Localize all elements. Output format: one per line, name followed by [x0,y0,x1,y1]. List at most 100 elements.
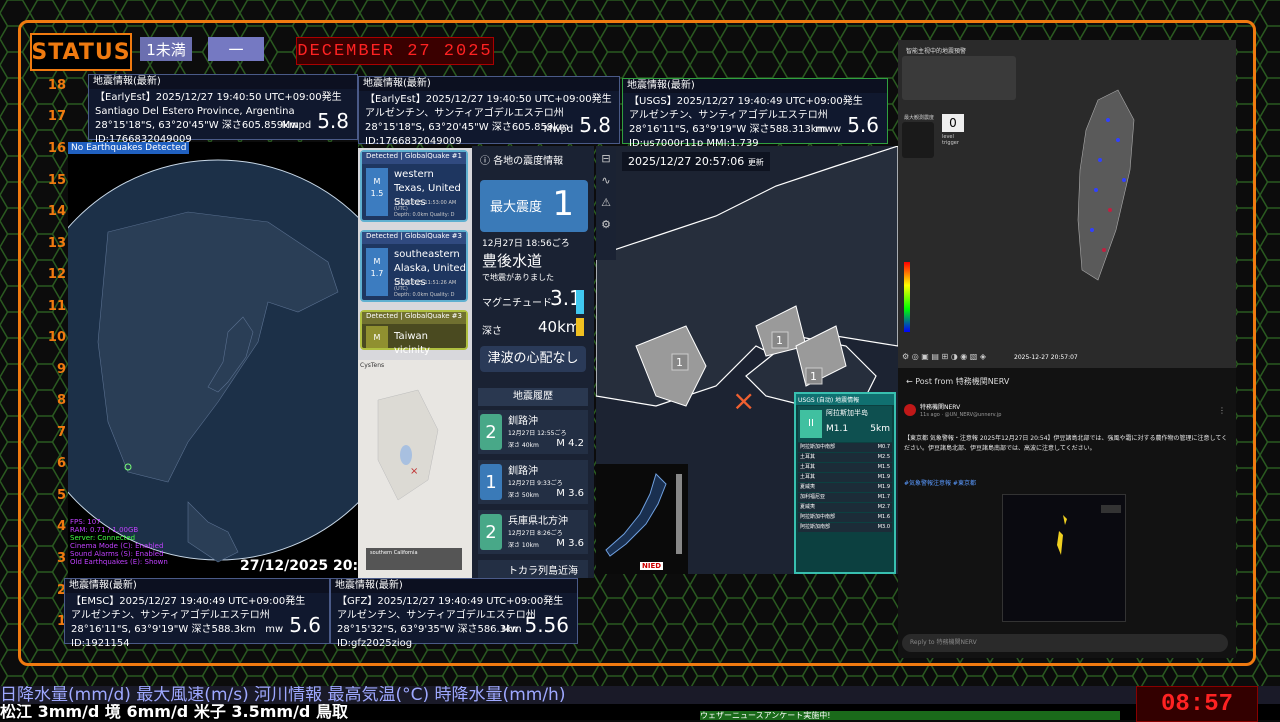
history-item[interactable]: 1 釧路沖 12月27日 9:33ごろ 深さ 50km M 3.6 [478,460,588,504]
scale-label: 11 [47,299,66,314]
quake-card[interactable]: Detected | GlobalQuake #1 M 1.5 western Te… [360,150,468,222]
globe-view[interactable] [68,142,358,578]
magnitude-type: mww [815,124,842,135]
date-display: DECEMBER 27 2025 [296,37,494,65]
taiwan-eew-panel[interactable]: 智能主视中的地震預警 最大観測震度 0 level trigger 2025-1… [898,40,1236,368]
scale-label: 9 [56,362,66,377]
more-icon[interactable]: ⋮ [1218,406,1226,415]
usgs-row-mag: M0.7 [877,444,890,450]
quake-depth: Depth: 0.0km Quality: D [394,292,455,298]
globalquake-list[interactable]: Detected | GlobalQuake #1 M 1.5 western Te… [358,148,472,360]
panel-line: 【GFZ】2025/12/27 19:40:49 UTC+09:00発生 [337,596,564,607]
eq-panel-gfz: 地震情報(最新) 【GFZ】2025/12/27 19:40:49 UTC+09… [330,578,578,649]
usgs-row[interactable]: 夏威夷 M2.7 [798,503,892,512]
usgs-row-mag: M3.0 [877,524,890,530]
usgs-panel[interactable]: USGS (自动) 地震情報 II 阿拉斯加半岛 M1.1 5km 阿拉斯加中南… [794,392,896,574]
globe-stat: FPS: 107 [70,518,101,526]
quake-card[interactable]: Detected | GlobalQuake #3 M Taiwan vicini… [360,310,468,356]
intensity-legend [904,262,910,332]
status-label: STATUS [30,33,132,71]
post-tags[interactable]: #気象警報注意報 #東京都 [904,478,976,487]
magnitude: mw 5.6 [265,614,321,641]
taiwan-title: 智能主视中的地震預警 [906,48,967,55]
quake-magnitude: M 1.5 [366,168,388,216]
usgs-row-mag: M2.5 [877,454,890,460]
usgs-row[interactable]: 阿拉斯加南部 M3.0 [798,523,892,532]
panel-line: 【EarlyEst】2025/12/27 19:40:50 UTC+09:00発… [95,92,342,103]
magnitude: Mwpd 5.8 [282,110,349,137]
magnitude-type: Mwpd [543,124,574,135]
svg-text:×: × [410,466,418,477]
magnitude-value: 5.56 [524,613,569,637]
history-name: 釧路沖 [508,416,538,427]
scale-label: 4 [56,519,66,534]
warning-icon[interactable]: ⚠ [596,192,616,214]
usgs-row-mag: M1.9 [877,474,890,480]
usgs-row-mag: M1.9 [877,484,890,490]
scale-label: 8 [56,393,66,408]
post-back[interactable]: ← Post from 特務機関NERV [898,368,1236,395]
eq-panel-usgs: 地震情報(最新) 【USGS】2025/12/27 19:40:49 UTC+0… [622,78,888,149]
usgs-row[interactable]: 阿拉斯加中南部 M0.7 [798,443,892,452]
history-mag: M 3.6 [556,538,584,549]
usgs-row[interactable]: 阿拉斯加中南部 M1.6 [798,513,892,522]
globe-stats: FPS: 107 RAM: 0.71 / 1.00GB Server: Conn… [70,518,168,566]
usgs-row-name: 土耳其 [800,454,816,460]
gear-icon[interactable]: ⚙ [596,214,616,236]
minimap-place: southern California [366,548,462,570]
usgs-row-mag: M1.5 [877,464,890,470]
nerv-post-panel[interactable]: ← Post from 特務機関NERV 特務機関NERV 11s ago · … [898,368,1236,658]
quake-source: Detected | GlobalQuake [366,312,450,320]
history-mag: M 3.6 [556,488,584,499]
toolbar-icons[interactable]: ⚙ ◎ ▣ ▤ ⊞ ◑ ◉ ▧ ◈ [902,352,986,361]
panel-header: 地震情報(最新) [359,77,619,91]
epicenter-marker: × [732,384,755,417]
map-tools: ⊟ ∿ ⚠ ⚙ [596,148,616,260]
usgs-intensity: II [800,410,822,438]
avatar[interactable] [904,404,916,416]
history-item[interactable]: 2 釧路沖 12月27日 12:55ごろ 深さ 40km M 4.2 [478,410,588,454]
wave-icon[interactable]: ∿ [596,170,616,192]
usgs-row-name: 阿拉斯加中南部 [800,444,836,450]
usgs-row[interactable]: 夏威夷 M1.9 [798,483,892,492]
mini-map[interactable]: CysTens × southern California [358,360,472,578]
usgs-row-mag: M1.6 [877,514,890,520]
depth-label: 深さ [482,326,502,337]
quake-number: #1 [451,152,462,160]
nied-map[interactable]: NIED [596,464,688,574]
panel-header: 地震情報(最新) [331,579,577,593]
history-name: トカラ列島近海 [508,566,578,577]
history-item[interactable]: 2 兵庫県北方沖 12月27日 8:26ごろ 深さ 10km M 3.6 [478,510,588,554]
history-depth: 深さ 40km [508,442,539,449]
panel-line: 【EarlyEst】2025/12/27 19:40:50 UTC+09:00発… [365,94,612,105]
usgs-row[interactable]: 土耳其 M1.5 [798,463,892,472]
usgs-row[interactable]: 加利福尼亚 M1.7 [798,493,892,502]
quake-place: Taiwan vicinity [394,331,430,356]
reply-input[interactable]: Reply to 特務機関NERV [902,634,1228,652]
panel-line: 【EMSC】2025/12/27 19:40:49 UTC+09:00発生 [71,596,306,607]
eq-panel-emsc: 地震情報(最新) 【EMSC】2025/12/27 19:40:49 UTC+0… [64,578,330,649]
scale-label: 10 [47,330,66,345]
quake-card[interactable]: Detected | GlobalQuake #3 M 1.7 southeaste… [360,230,468,302]
history-shindo: 1 [480,464,502,500]
magnitude: Mwpd 5.8 [544,114,611,141]
post-text: 【東京都 気象警報・注意報 2025年12月27日 20:54】伊豆諸島北部では… [904,435,1228,452]
menu-icon[interactable]: ⊟ [596,148,616,170]
magnitude: Mw 5.56 [502,614,569,641]
back-arrow-icon[interactable]: ← [906,377,915,386]
history-shindo: 2 [480,514,502,550]
scale-label: 6 [56,456,66,471]
depth-color-bar [576,318,584,336]
history-item[interactable]: トカラ列島近海 [478,560,588,578]
jma-intensity-panel: ⓘ 各地の震度情報 最大震度 1 12月27日 18:56ごろ 豊後水道 で地震… [472,146,594,578]
usgs-row[interactable]: 土耳其 M2.5 [798,453,892,462]
intensity-label: 1 [776,334,783,347]
taiwan-max-label: 最大観測震度 [904,115,935,121]
magnitude-value: 5.8 [317,109,349,133]
usgs-row[interactable]: 土耳其 M1.9 [798,473,892,482]
scale-label: 3 [56,551,66,566]
scale-label: 14 [47,204,66,219]
post-account[interactable]: 特務機関NERV [920,402,960,411]
usgs-row-mag: M2.7 [877,504,890,510]
post-image[interactable] [1002,494,1126,622]
